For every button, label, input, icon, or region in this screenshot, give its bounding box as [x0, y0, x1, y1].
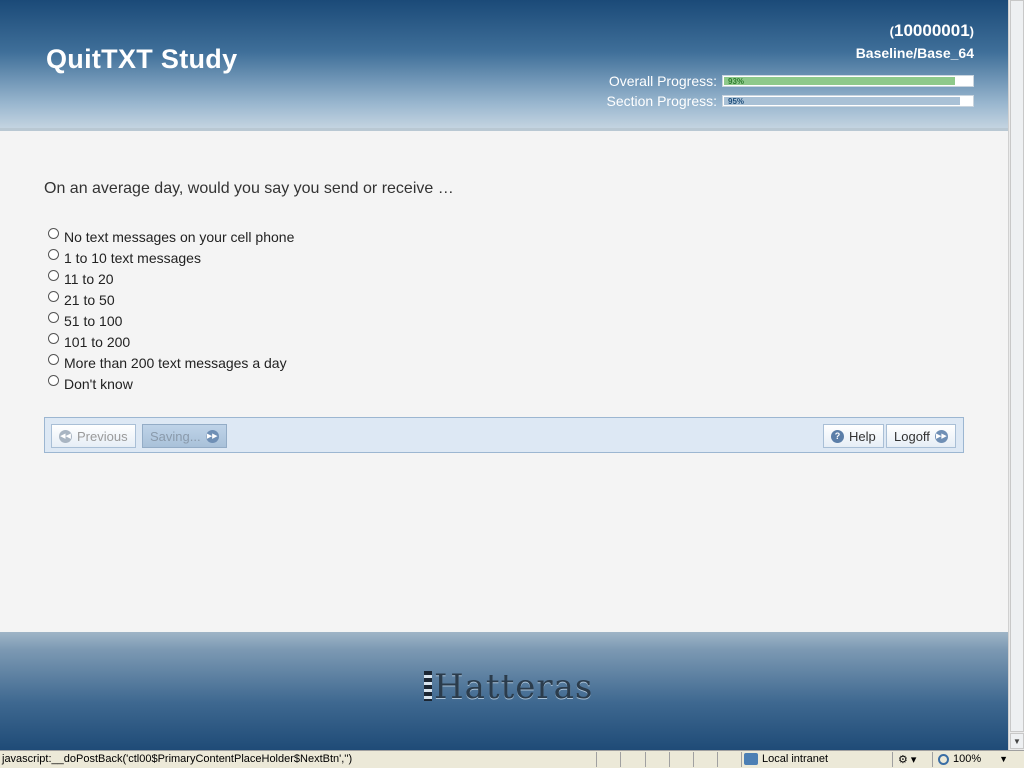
option-7[interactable]: Don't know: [48, 373, 294, 394]
section-progress: Section Progress: 95%: [606, 93, 974, 109]
option-label: 11 to 20: [64, 270, 114, 287]
status-divider: [645, 752, 646, 767]
status-divider: [693, 752, 694, 767]
navigation-bar: ◀◀ Previous Saving... ▶▶ ? Help Logoff ▶…: [44, 417, 964, 453]
participant-id-value: 10000001: [894, 21, 970, 40]
section-progress-fill: [724, 97, 960, 105]
help-button[interactable]: ? Help: [823, 424, 884, 448]
status-divider: [717, 752, 718, 767]
study-title: QuitTXT Study: [46, 44, 238, 74]
section-progress-label: Section Progress:: [606, 93, 718, 109]
browser-status-bar: javascript:__doPostBack('ctl00$PrimaryCo…: [0, 750, 1024, 768]
next-button[interactable]: Saving... ▶▶: [142, 424, 227, 448]
security-zone[interactable]: Local intranet: [744, 753, 828, 765]
question-text: On an average day, would you say you sen…: [44, 180, 454, 197]
option-0[interactable]: No text messages on your cell phone: [48, 226, 294, 247]
radio-button[interactable]: [48, 291, 59, 302]
option-3[interactable]: 21 to 50: [48, 289, 294, 310]
zoom-control[interactable]: 100% ▼: [938, 753, 1008, 765]
next-label: Saving...: [150, 428, 201, 444]
radio-button[interactable]: [48, 249, 59, 260]
help-label: Help: [849, 428, 876, 444]
option-label: More than 200 text messages a day: [64, 354, 287, 371]
radio-button[interactable]: [48, 333, 59, 344]
status-divider: [596, 752, 597, 767]
rewind-icon: ◀◀: [59, 429, 72, 443]
option-label: No text messages on your cell phone: [64, 228, 295, 245]
overall-progress-fill: [724, 77, 955, 85]
logoff-button[interactable]: Logoff ▶▶: [886, 424, 956, 448]
status-divider: [741, 752, 742, 767]
option-1[interactable]: 1 to 10 text messages: [48, 247, 294, 268]
option-label: 51 to 100: [64, 312, 123, 329]
status-divider: [669, 752, 670, 767]
lighthouse-icon: [424, 671, 432, 701]
option-label: 1 to 10 text messages: [64, 249, 201, 266]
status-divider: [892, 752, 893, 767]
status-text: javascript:__doPostBack('ctl00$PrimaryCo…: [2, 753, 353, 765]
previous-label: Previous: [77, 428, 128, 444]
help-icon: ?: [831, 429, 844, 443]
overall-progress-label: Overall Progress:: [608, 73, 717, 89]
option-label: 101 to 200: [64, 333, 131, 350]
status-divider: [620, 752, 621, 767]
radio-button[interactable]: [48, 228, 59, 239]
hatteras-logo: Hatteras: [424, 667, 593, 707]
radio-button[interactable]: [48, 270, 59, 281]
zone-label: Local intranet: [762, 753, 829, 765]
fast-forward-icon: ▶▶: [934, 429, 948, 443]
participant-id: (10000001): [890, 21, 974, 41]
option-label: 21 to 50: [64, 291, 115, 308]
option-label: Don't know: [64, 375, 133, 392]
zoom-icon: [938, 753, 949, 765]
zoom-label: 100%: [953, 753, 982, 765]
option-2[interactable]: 11 to 20: [48, 268, 294, 289]
answer-options: No text messages on your cell phone 1 to…: [48, 226, 294, 394]
radio-button[interactable]: [48, 312, 59, 323]
scrollbar-thumb[interactable]: [1010, 0, 1024, 732]
section-progress-percent: 95%: [728, 97, 745, 106]
radio-button[interactable]: [48, 354, 59, 365]
logoff-label: Logoff: [894, 428, 930, 444]
paren-close: ): [969, 24, 974, 39]
zoom-dropdown-icon[interactable]: ▼: [999, 754, 1008, 764]
previous-button[interactable]: ◀◀ Previous: [51, 424, 136, 448]
protected-mode-icon[interactable]: ⚙ ▾: [898, 753, 916, 766]
scroll-down-arrow-icon[interactable]: ▼: [1010, 733, 1024, 749]
page-header: QuitTXT Study (10000001) Baseline/Base_6…: [0, 0, 1008, 130]
header-divider: [0, 128, 1008, 131]
intranet-icon: [744, 753, 758, 765]
status-divider: [932, 752, 933, 767]
option-4[interactable]: 51 to 100: [48, 310, 294, 331]
overall-progress-track: 93%: [722, 75, 974, 87]
section-progress-track: 95%: [722, 95, 974, 107]
option-6[interactable]: More than 200 text messages a day: [48, 352, 294, 373]
overall-progress-percent: 93%: [728, 77, 745, 86]
browser-viewport: QuitTXT Study (10000001) Baseline/Base_6…: [0, 0, 1008, 750]
survey-code: Baseline/Base_64: [855, 45, 974, 61]
vertical-scrollbar[interactable]: ▼: [1008, 0, 1024, 750]
fast-forward-icon: ▶▶: [205, 429, 219, 443]
overall-progress: Overall Progress: 93%: [608, 73, 974, 89]
option-5[interactable]: 101 to 200: [48, 331, 294, 352]
logo-text: Hatteras: [434, 667, 594, 707]
radio-button[interactable]: [48, 375, 59, 386]
